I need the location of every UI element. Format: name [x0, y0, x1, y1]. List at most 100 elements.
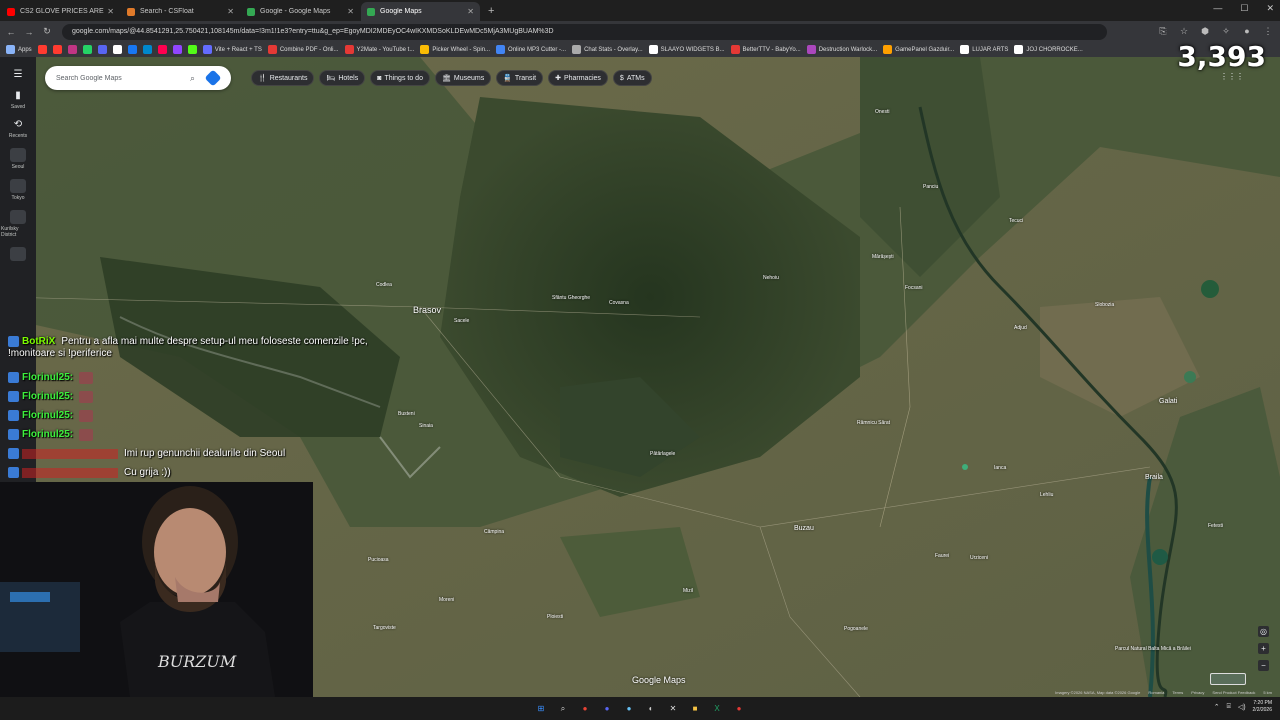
recent-place-tokyo[interactable]: Tokyo	[1, 179, 35, 201]
map-footer-item[interactable]: Privacy	[1191, 690, 1204, 695]
file-explorer-icon[interactable]: ■	[689, 703, 701, 715]
apps-grid-icon[interactable]: ⋮⋮⋮	[1220, 72, 1244, 81]
capcut-icon[interactable]: ✕	[667, 703, 679, 715]
browser-tab-1[interactable]: Search - CSFloat ✕	[121, 2, 240, 21]
windows-start-icon[interactable]: ⊞	[535, 703, 547, 715]
url-field[interactable]: google.com/maps/@44.8541291,25.750421,10…	[62, 23, 1107, 40]
saved-button[interactable]: ▮ Saved	[1, 90, 35, 110]
browser-tab-3-active[interactable]: Google Maps ✕	[361, 2, 480, 21]
place-label[interactable]: Mizil	[683, 588, 693, 594]
place-label[interactable]: Lehliu	[1040, 492, 1053, 498]
bookmark-item[interactable]	[67, 45, 77, 54]
place-label[interactable]: Parcul Natural Balta Mică a Brăilei	[1115, 646, 1191, 652]
menu-button[interactable]: ☰	[1, 69, 35, 81]
chevron-up-icon[interactable]: ⌃	[1214, 703, 1220, 711]
close-tab-icon[interactable]: ✕	[107, 7, 114, 16]
place-label[interactable]: Panciu	[923, 184, 938, 190]
chip-things-to-do[interactable]: ◙ Things to do	[370, 70, 430, 86]
excel-icon[interactable]: X	[711, 703, 723, 715]
forward-icon[interactable]: →	[22, 27, 36, 37]
place-label[interactable]: Focsani	[905, 285, 923, 291]
bookmark-item[interactable]: BetterTTV - BabyYo...	[730, 45, 801, 54]
bookmark-item[interactable]	[127, 45, 137, 54]
bookmark-item[interactable]: LUJAR ARTS	[960, 45, 1008, 54]
bookmark-item[interactable]: Chat Stats - Overlay...	[572, 45, 643, 54]
map-footer-item[interactable]: 5 km	[1263, 690, 1272, 695]
bookmark-star-icon[interactable]: ☆	[1178, 25, 1190, 37]
place-label[interactable]: Ianca	[994, 465, 1006, 471]
recents-button[interactable]: ⟲ Recents	[1, 119, 35, 139]
recent-place-seoul[interactable]: Seoul	[1, 148, 35, 170]
profile-icon[interactable]: ●	[1241, 25, 1253, 37]
steam-icon[interactable]: ●	[623, 703, 635, 715]
place-label[interactable]: Braila	[1145, 474, 1163, 481]
place-label[interactable]: Nehoiu	[763, 275, 779, 281]
zoom-in-icon[interactable]: +	[1258, 643, 1269, 654]
reload-icon[interactable]: ↻	[40, 26, 54, 37]
place-label[interactable]: Câmpina	[484, 529, 504, 535]
map-footer-item[interactable]: Send Product Feedback	[1212, 690, 1255, 695]
place-label[interactable]: Sacele	[454, 318, 469, 324]
place-label[interactable]: Ploiesti	[547, 614, 563, 620]
bookmark-item[interactable]	[97, 45, 107, 54]
bookmark-item[interactable]	[112, 45, 122, 54]
bookmark-item[interactable]: JOJ CHORROCKE...	[1014, 45, 1083, 54]
place-label[interactable]: Faurei	[935, 553, 949, 559]
app-icon[interactable]: ●	[733, 703, 745, 715]
place-label[interactable]: Pogoanele	[844, 626, 868, 632]
obs-icon[interactable]: ◐	[645, 703, 657, 715]
install-app-icon[interactable]: ⎘	[1157, 25, 1169, 37]
bookmark-item[interactable]: Picker Wheel - Spin...	[420, 45, 490, 54]
place-label[interactable]: Targoviste	[373, 625, 396, 631]
search-icon[interactable]: ⌕	[190, 73, 195, 84]
bookmark-item[interactable]: Y2Mate - YouTube t...	[344, 45, 414, 54]
place-label[interactable]: Slobozia	[1095, 302, 1114, 308]
place-label[interactable]: Adjud	[1014, 325, 1027, 331]
zoom-out-icon[interactable]: −	[1258, 660, 1269, 671]
new-tab-icon[interactable]: +	[488, 2, 494, 21]
close-tab-icon[interactable]: ✕	[347, 7, 354, 16]
place-label[interactable]: Râmnicu Sărat	[857, 420, 890, 426]
place-label[interactable]: Buzau	[794, 525, 814, 532]
bookmark-item[interactable]	[52, 45, 62, 54]
recent-place-other[interactable]	[1, 247, 35, 261]
place-label[interactable]: Sinaia	[419, 423, 433, 429]
chrome-icon[interactable]: ●	[579, 703, 591, 715]
place-label[interactable]: Tecuci	[1009, 218, 1023, 224]
browser-tab-0[interactable]: CS2 GLOVE PRICES ARE FAKE... ✕	[1, 2, 120, 21]
chip-atms[interactable]: $ ATMs	[612, 70, 652, 86]
bookmark-item[interactable]	[187, 45, 197, 54]
bookmark-item[interactable]: Vite + React + TS	[202, 45, 262, 54]
extension-icon[interactable]: ⬢	[1199, 25, 1211, 37]
minimize-icon[interactable]: —	[1213, 3, 1222, 14]
place-label[interactable]: Moreni	[439, 597, 454, 603]
search-icon[interactable]: ⌕	[557, 703, 569, 715]
map-footer-item[interactable]: Romania	[1148, 690, 1164, 695]
place-label[interactable]: Urziceni	[970, 555, 988, 561]
discord-icon[interactable]: ●	[601, 703, 613, 715]
map-footer-item[interactable]: Terms	[1172, 690, 1183, 695]
chip-restaurants[interactable]: 🍴 Restaurants	[251, 70, 315, 86]
bookmark-item[interactable]	[37, 45, 47, 54]
place-label[interactable]: Busteni	[398, 411, 415, 417]
bookmark-item[interactable]: Apps	[6, 45, 32, 54]
bookmark-item[interactable]	[157, 45, 167, 54]
bookmark-item[interactable]	[172, 45, 182, 54]
bookmark-item[interactable]: SLAAYO WIDGETS B...	[648, 45, 725, 54]
place-label[interactable]: Galati	[1159, 398, 1177, 405]
browser-tab-2[interactable]: Google - Google Maps ✕	[241, 2, 360, 21]
window-close-icon[interactable]: ✕	[1266, 3, 1274, 14]
chrome-menu-icon[interactable]: ⋮	[1262, 25, 1274, 37]
volume-icon[interactable]: ◁)	[1238, 703, 1246, 711]
bookmark-item[interactable]	[142, 45, 152, 54]
maximize-icon[interactable]: ☐	[1240, 3, 1248, 14]
network-icon[interactable]: ⌸	[1227, 703, 1231, 711]
recent-place-kurilsky[interactable]: Kurilsky District	[1, 210, 35, 238]
place-label[interactable]: Codlea	[376, 282, 392, 288]
clock[interactable]: 7:20 PM 2/2/2026	[1253, 700, 1272, 714]
place-label[interactable]: Pucioasa	[368, 557, 389, 563]
bookmark-item[interactable]: Combine PDF - Onli...	[267, 45, 339, 54]
place-label[interactable]: Sfântu Gheorghe	[552, 295, 590, 301]
close-tab-icon[interactable]: ✕	[227, 7, 234, 16]
chip-museums[interactable]: 🏛 Museums	[434, 70, 492, 86]
